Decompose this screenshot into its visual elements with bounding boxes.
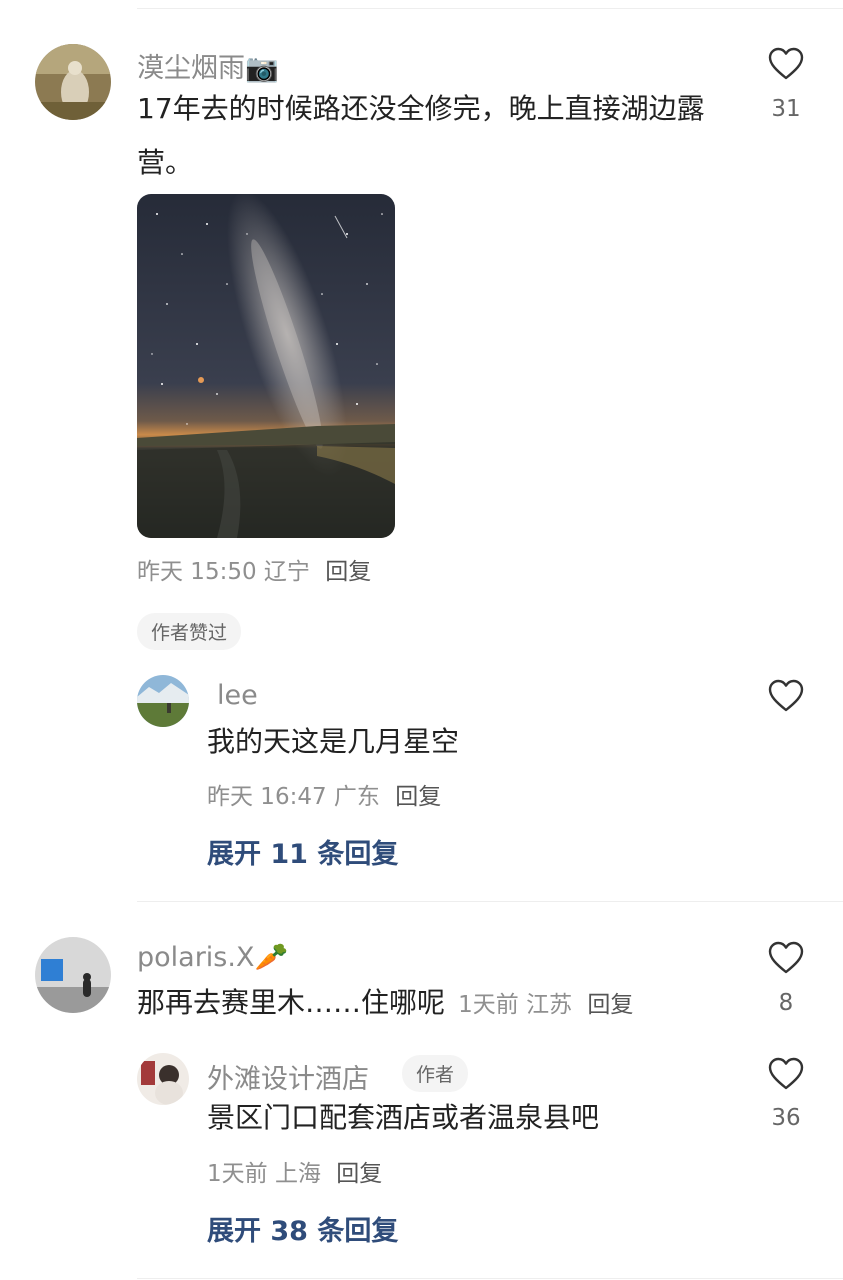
avatar[interactable] — [35, 937, 111, 1013]
comment-photo[interactable] — [137, 194, 395, 538]
avatar[interactable] — [137, 675, 189, 727]
reply-meta: 昨天 16:47 广东 回复 — [207, 777, 441, 811]
heart-icon — [768, 679, 804, 712]
avatar-image — [137, 675, 189, 727]
reply-button[interactable]: 回复 — [325, 559, 371, 585]
comment-text: 那再去赛里木……住哪呢 — [137, 986, 446, 1019]
like-count: 31 — [771, 96, 801, 122]
reply-meta: 1天前 上海 回复 — [207, 1154, 382, 1188]
comment-meta: 昨天 15:50 辽宁 回复 — [137, 552, 371, 586]
reply-time: 昨天 16:47 — [207, 784, 327, 810]
expand-replies-button[interactable]: 展开 11 条回复 — [207, 832, 398, 871]
reply-location: 上海 — [274, 1161, 321, 1187]
reply-text: 我的天这是几月星空 — [207, 725, 460, 758]
author-badge: 作者 — [402, 1055, 469, 1092]
heart-icon — [768, 1057, 804, 1090]
comment-location: 辽宁 — [263, 559, 310, 585]
heart-icon — [768, 47, 804, 80]
comment-body: 那再去赛里木……住哪呢 1天前 江苏 回复 — [137, 976, 633, 1030]
reply-button[interactable]: 回复 — [587, 992, 633, 1018]
avatar[interactable] — [35, 44, 111, 120]
expand-replies-button[interactable]: 展开 38 条回复 — [207, 1209, 398, 1248]
avatar[interactable] — [137, 1053, 189, 1105]
comment-text: 17年去的时候路还没全修完，晚上直接湖边露营。 — [137, 92, 705, 179]
reply-location: 广东 — [333, 784, 380, 810]
like-button[interactable] — [768, 679, 804, 713]
like-button[interactable] — [768, 941, 804, 975]
comment-meta: 1天前 江苏 回复 — [458, 992, 633, 1018]
divider — [137, 8, 843, 9]
milky-way-photo — [137, 194, 395, 538]
like-count: 8 — [778, 990, 794, 1016]
divider — [137, 901, 843, 902]
comment-username[interactable]: polaris.X🥕 — [137, 941, 288, 973]
comment-location: 江苏 — [526, 992, 573, 1018]
author-liked-badge: 作者赞过 — [137, 613, 242, 650]
reply-text: 景区门口配套酒店或者温泉县吧 — [207, 1101, 600, 1134]
divider — [137, 1278, 843, 1279]
comment-username[interactable]: 漠尘烟雨📷 — [137, 46, 279, 85]
reply-username[interactable]: lee — [217, 680, 258, 711]
reply-button[interactable]: 回复 — [395, 784, 441, 810]
comment-time: 1天前 — [458, 992, 519, 1018]
reply-time: 1天前 — [207, 1161, 268, 1187]
like-button[interactable] — [768, 1057, 804, 1091]
avatar-image — [137, 1053, 189, 1105]
heart-icon — [768, 941, 804, 974]
like-button[interactable] — [768, 47, 804, 81]
avatar-image — [35, 44, 111, 120]
comment-time: 昨天 15:50 — [137, 559, 257, 585]
avatar-image — [35, 937, 111, 1013]
reply-button[interactable]: 回复 — [336, 1161, 382, 1187]
like-count: 36 — [771, 1105, 801, 1131]
